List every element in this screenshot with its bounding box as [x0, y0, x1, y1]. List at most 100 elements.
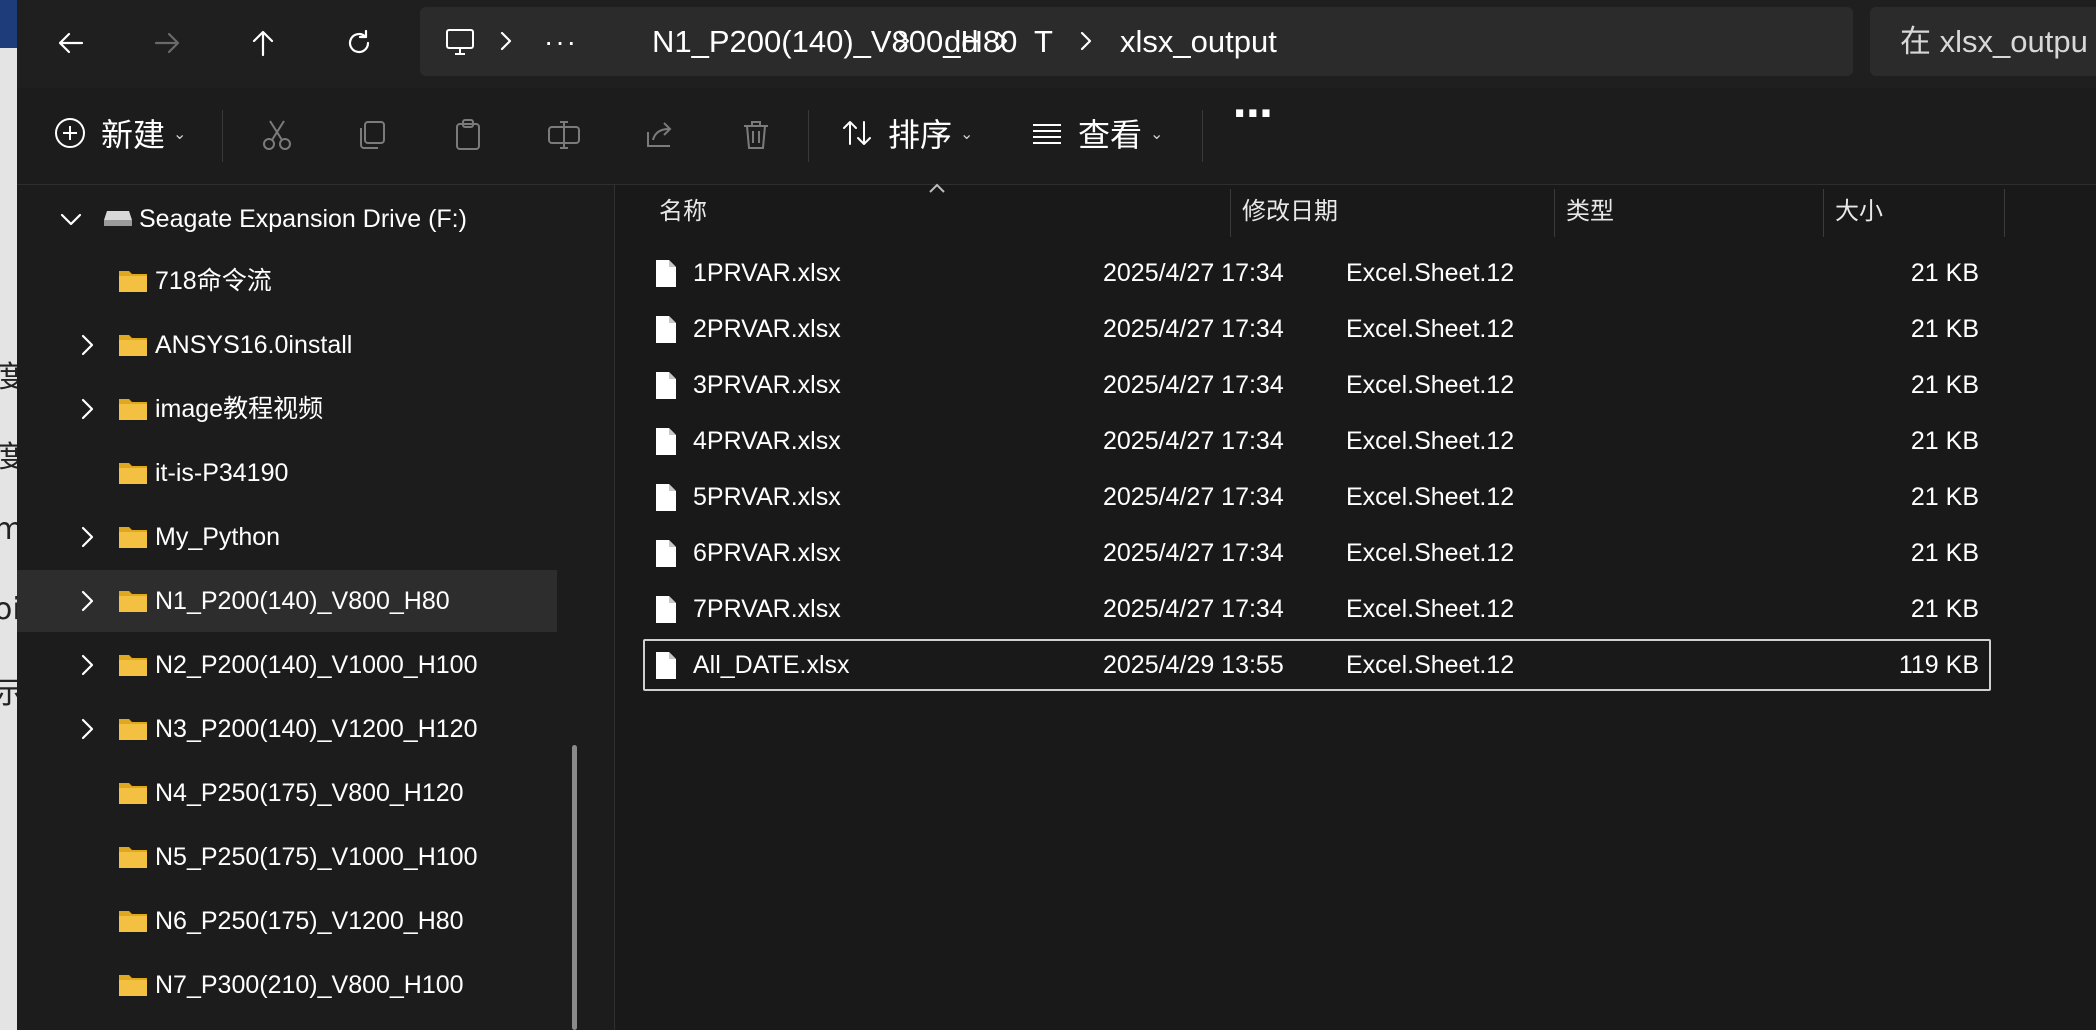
new-button[interactable]: 新建 ⌄: [53, 102, 186, 164]
pane-splitter[interactable]: [597, 185, 615, 1030]
column-header-modified[interactable]: 修改日期: [1242, 185, 1338, 237]
column-header-type[interactable]: 类型: [1566, 185, 1614, 237]
tree-item-folder[interactable]: ANSYS16.0install: [17, 314, 557, 376]
background-glyph: oi: [0, 592, 17, 627]
file-size: 21 KB: [1910, 539, 1979, 567]
chevron-right-icon[interactable]: [73, 715, 101, 743]
tree-item-folder[interactable]: N3_P200(140)_V1200_H120: [17, 698, 557, 760]
tree-item-folder[interactable]: N5_P250(175)_V1000_H100: [17, 826, 557, 888]
chevron-right-icon[interactable]: [73, 523, 101, 551]
forward-arrow-icon: [154, 32, 180, 54]
address-bar[interactable]: ··· N1_P200(140)_V800_H80 dd T xlsx_outp…: [420, 7, 1853, 76]
column-divider[interactable]: [1554, 189, 1555, 237]
column-header-name[interactable]: 名称: [659, 185, 707, 237]
chevron-right-icon[interactable]: [1074, 29, 1098, 53]
tree-item-folder-selected[interactable]: N1_P200(140)_V800_H80: [17, 570, 557, 632]
folder-icon: [119, 463, 147, 484]
tree-item-label: N3_P200(140)_V1200_H120: [155, 715, 478, 743]
sort-button[interactable]: 排序 ⌄: [840, 102, 973, 164]
background-glyph: m: [0, 512, 17, 547]
breadcrumb-xlsx-output[interactable]: xlsx_output: [1120, 7, 1277, 76]
file-row[interactable]: 7PRVAR.xlsx 2025/4/27 17:34 Excel.Sheet.…: [643, 583, 1991, 635]
delete-icon[interactable]: [739, 118, 773, 152]
folder-icon: [119, 847, 147, 868]
refresh-icon: [348, 29, 370, 54]
tree-item-label: N7_P300(210)_V800_H100: [155, 971, 464, 999]
tree-item-label: ANSYS16.0install: [155, 331, 353, 359]
chevron-right-icon[interactable]: [494, 29, 518, 53]
file-row[interactable]: 1PRVAR.xlsx 2025/4/27 17:34 Excel.Sheet.…: [643, 247, 1991, 299]
copy-icon[interactable]: [355, 118, 389, 152]
back-button[interactable]: [43, 18, 99, 68]
chevron-right-icon[interactable]: [73, 331, 101, 359]
tree-item-folder[interactable]: N4_P250(175)_V800_H120: [17, 762, 557, 824]
more-options-button[interactable]: ···: [1232, 88, 1274, 140]
tree-item-folder[interactable]: N2_P200(140)_V1000_H100: [17, 634, 557, 696]
breadcrumb-t[interactable]: T: [1034, 7, 1053, 76]
file-row[interactable]: 2PRVAR.xlsx 2025/4/27 17:34 Excel.Sheet.…: [643, 303, 1991, 355]
this-pc-icon[interactable]: [444, 26, 476, 58]
chevron-down-icon[interactable]: [57, 205, 85, 233]
tree-item-label: My_Python: [155, 523, 281, 551]
file-icon: [656, 372, 676, 399]
folder-icon: [119, 655, 147, 676]
column-divider[interactable]: [2004, 189, 2005, 237]
chevron-right-icon[interactable]: [990, 29, 1014, 53]
file-modified: 2025/4/27 17:34: [1103, 259, 1284, 287]
toolbar-divider: [222, 110, 223, 162]
tree-item-label: 718命令流: [155, 267, 272, 295]
breadcrumb-dd[interactable]: dd: [944, 7, 978, 76]
tree-item-seagate-drive[interactable]: Seagate Expansion Drive (F:): [17, 188, 557, 250]
file-name: 6PRVAR.xlsx: [693, 539, 841, 567]
up-button[interactable]: [235, 18, 291, 68]
tree-item-label: it-is-P34190: [155, 459, 289, 487]
tree-item-folder[interactable]: N7_P300(210)_V800_H100: [17, 954, 557, 1016]
tree-item-folder[interactable]: image教程视频: [17, 378, 557, 440]
file-icon: [656, 316, 676, 343]
share-icon[interactable]: [643, 118, 677, 152]
file-row[interactable]: 6PRVAR.xlsx 2025/4/27 17:34 Excel.Sheet.…: [643, 527, 1991, 579]
tree-item-folder[interactable]: 718命令流: [17, 250, 557, 312]
file-icon: [656, 596, 676, 623]
file-size: 21 KB: [1910, 371, 1979, 399]
cut-icon[interactable]: [260, 118, 294, 152]
file-type: Excel.Sheet.12: [1346, 371, 1515, 399]
forward-button[interactable]: [139, 18, 195, 68]
nav-pane-scrollbar[interactable]: [572, 745, 577, 1030]
tree-item-label: N5_P250(175)_V1000_H100: [155, 843, 478, 871]
tree-item-folder[interactable]: N6_P250(175)_V1200_H80: [17, 890, 557, 952]
search-input[interactable]: 在 xlsx_outpu: [1870, 7, 2096, 76]
background-window: 度 度 m oi 示: [0, 0, 17, 1030]
tree-item-folder[interactable]: it-is-P34190: [17, 442, 557, 504]
paste-icon[interactable]: [451, 118, 485, 152]
tree-item-label: image教程视频: [155, 395, 324, 423]
chevron-right-icon[interactable]: [892, 29, 916, 53]
file-row[interactable]: 4PRVAR.xlsx 2025/4/27 17:34 Excel.Sheet.…: [643, 415, 1991, 467]
chevron-right-icon[interactable]: [73, 587, 101, 615]
file-modified: 2025/4/27 17:34: [1103, 371, 1284, 399]
folder-icon: [119, 783, 147, 804]
file-modified: 2025/4/27 17:34: [1103, 539, 1284, 567]
sort-ascending-icon: [929, 183, 945, 193]
back-arrow-icon: [58, 32, 84, 54]
folder-icon: [119, 719, 147, 740]
chevron-right-icon[interactable]: [73, 651, 101, 679]
file-row-focused[interactable]: All_DATE.xlsx 2025/4/29 13:55 Excel.Shee…: [643, 639, 1991, 691]
column-divider[interactable]: [1230, 189, 1231, 237]
view-button[interactable]: 查看 ⌄: [1030, 102, 1163, 164]
folder-icon: [119, 527, 147, 548]
chevron-right-icon[interactable]: [73, 395, 101, 423]
file-icon: [656, 540, 676, 567]
chevron-down-icon: ⌄: [960, 123, 974, 143]
navigation-pane: Seagate Expansion Drive (F:) 718命令流 ANSY…: [17, 185, 597, 1030]
tree-item-folder[interactable]: My_Python: [17, 506, 557, 568]
refresh-button[interactable]: [331, 18, 387, 68]
file-row[interactable]: 3PRVAR.xlsx 2025/4/27 17:34 Excel.Sheet.…: [643, 359, 1991, 411]
address-overflow-button[interactable]: ···: [544, 7, 578, 76]
column-divider[interactable]: [1823, 189, 1824, 237]
file-name: 4PRVAR.xlsx: [693, 427, 841, 455]
rename-icon[interactable]: [547, 118, 581, 152]
file-row[interactable]: 5PRVAR.xlsx 2025/4/27 17:34 Excel.Sheet.…: [643, 471, 1991, 523]
file-type: Excel.Sheet.12: [1346, 651, 1515, 679]
column-header-size[interactable]: 大小: [1835, 185, 1883, 237]
